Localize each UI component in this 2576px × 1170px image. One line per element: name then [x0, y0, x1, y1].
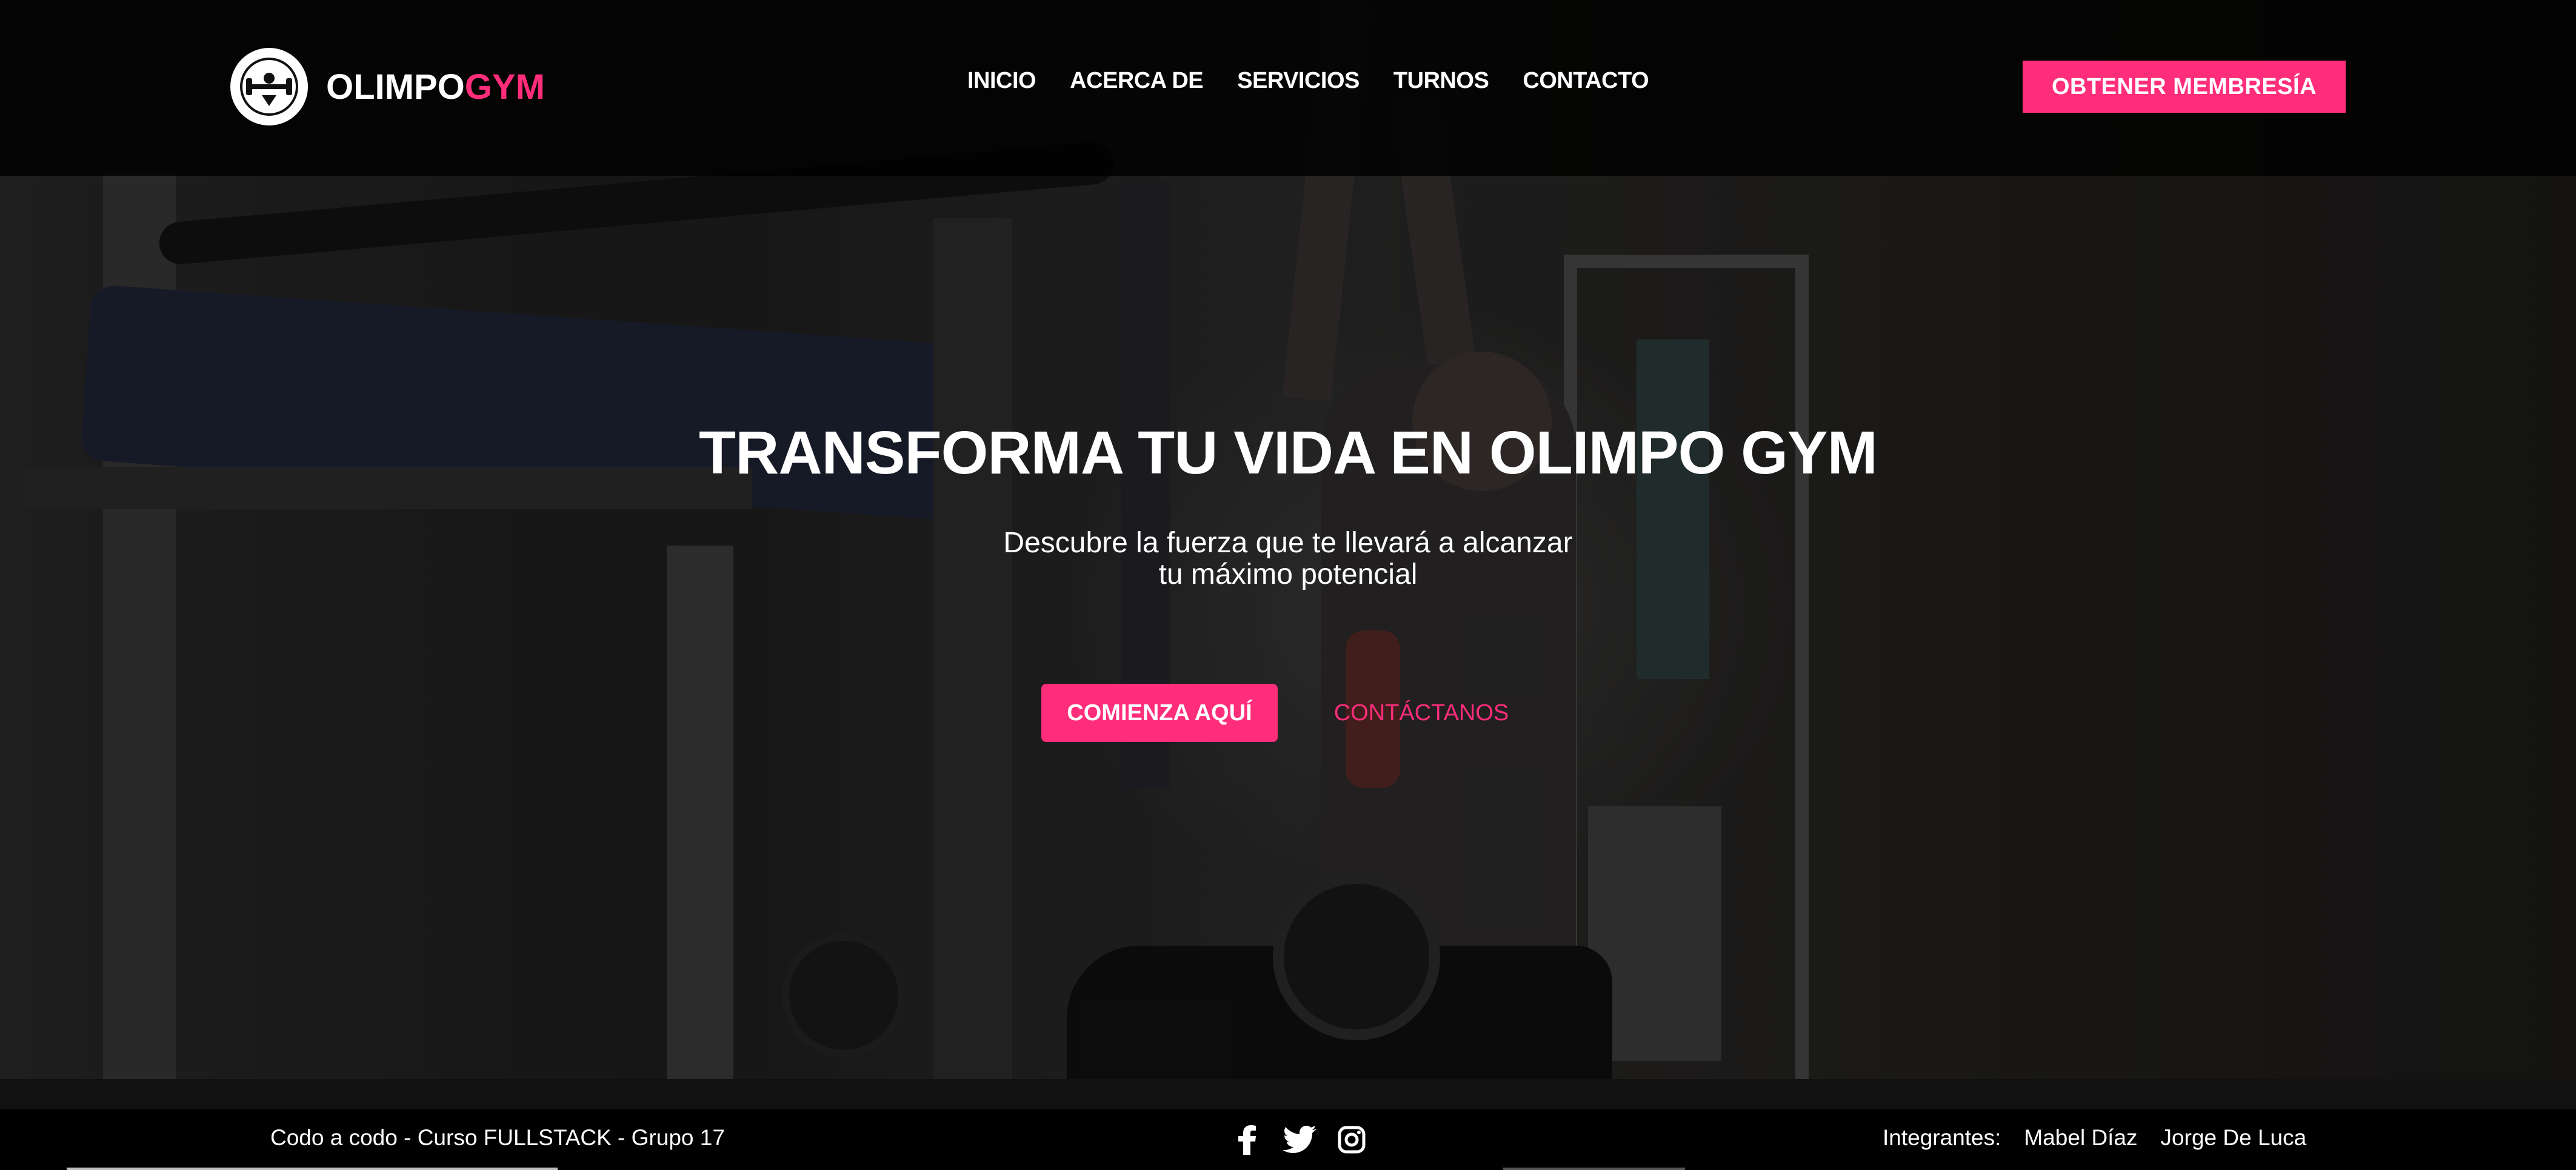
brand-name-part2: GYM [464, 67, 545, 107]
footer-credit: Codo a codo - Curso FULLSTACK - Grupo 17 [270, 1125, 725, 1150]
site-header: OLIMPOGYM INICIO ACERCA DE SERVICIOS TUR… [0, 0, 2576, 176]
team-members: Integrantes: Mabel Díaz Jorge De Luca [1883, 1125, 2329, 1151]
start-here-button[interactable]: COMIENZA AQUÍ [1041, 684, 1278, 742]
nav-item-inicio[interactable]: INICIO [967, 68, 1036, 94]
twitter-icon[interactable] [1283, 1123, 1316, 1157]
nav-item-contacto[interactable]: CONTACTO [1523, 68, 1649, 94]
nav-item-acerca-de[interactable]: ACERCA DE [1070, 68, 1204, 94]
nav-item-turnos[interactable]: TURNOS [1393, 68, 1489, 94]
hero-title: TRANSFORMA TU VIDA EN OLIMPO GYM [699, 419, 1878, 487]
instagram-icon[interactable] [1335, 1123, 1369, 1157]
site-footer: Codo a codo - Curso FULLSTACK - Grupo 17… [0, 1109, 2576, 1170]
footer-divider [1503, 1168, 1685, 1170]
hero-subtitle-line: Descubre la fuerza que te llevará a alca… [1003, 527, 1573, 559]
team-label: Integrantes: [1883, 1125, 2001, 1150]
team-member: Jorge De Luca [2160, 1125, 2307, 1150]
social-links [1230, 1123, 1387, 1157]
main-nav: INICIO ACERCA DE SERVICIOS TURNOS CONTAC… [967, 68, 1683, 94]
hero-subtitle: Descubre la fuerza que te llevará a alca… [985, 527, 1591, 590]
team-member: Mabel Díaz [2024, 1125, 2138, 1150]
brand-name-part1: OLIMPO [326, 67, 465, 107]
footer-scroll-indicator [67, 1168, 558, 1170]
get-membership-button[interactable]: OBTENER MEMBRESÍA [2023, 61, 2346, 113]
nav-item-servicios[interactable]: SERVICIOS [1237, 68, 1360, 94]
facebook-icon[interactable] [1230, 1123, 1264, 1157]
contact-us-link[interactable]: CONTÁCTANOS [1315, 684, 1527, 742]
brand-name: OLIMPOGYM [326, 67, 545, 107]
kettlebell-logo-icon [230, 48, 308, 125]
brand-logo[interactable]: OLIMPOGYM [230, 47, 545, 126]
hero-subtitle-line: tu máximo potencial [1158, 558, 1418, 590]
